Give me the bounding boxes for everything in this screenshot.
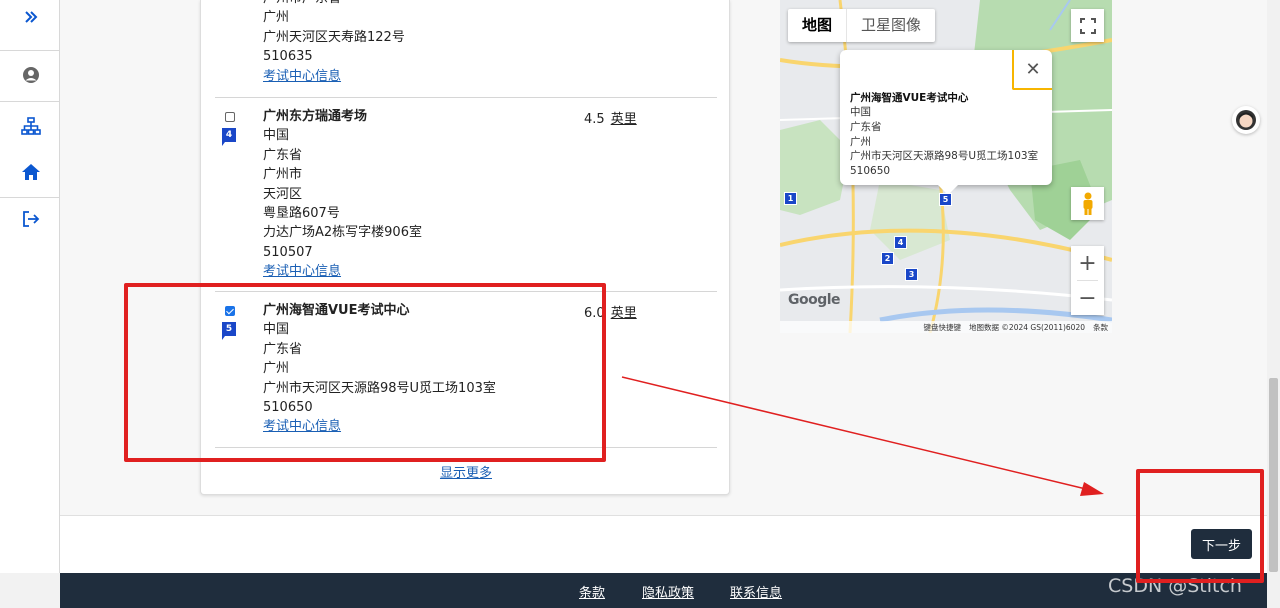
address-line: 力达广场A2栋写字楼906室 bbox=[263, 225, 422, 241]
scrollbar-thumb[interactable] bbox=[1269, 378, 1278, 572]
sidebar bbox=[0, 0, 60, 573]
zoom-control: + − bbox=[1071, 246, 1104, 315]
google-logo: Google bbox=[788, 292, 841, 308]
privacy-policy-link[interactable]: 隐私政策 bbox=[642, 582, 694, 601]
fullscreen-button[interactable] bbox=[1071, 9, 1104, 42]
popup-line: 广州 bbox=[850, 136, 871, 148]
test-center-info-link[interactable]: 考试中心信息 bbox=[263, 67, 405, 86]
fullscreen-icon bbox=[1079, 17, 1096, 34]
address-line: 粤垦路607号 bbox=[263, 206, 340, 222]
map-marker-4[interactable]: 4 bbox=[894, 236, 907, 249]
map-type-control: 地图 卫星图像 bbox=[788, 9, 936, 42]
test-center-name: 广州东方瑞通考场 bbox=[263, 109, 368, 124]
map-type-satellite-button[interactable]: 卫星图像 bbox=[846, 9, 935, 42]
popup-line: 广州市天河区天源路98号U觅工场103室 bbox=[850, 150, 1039, 162]
close-icon[interactable]: ✕ bbox=[1012, 50, 1052, 90]
map-info-window: ✕ 广州海智通VUE考试中心 中国 广东省 广州 广州市天河区天源路98号U觅工… bbox=[840, 50, 1052, 195]
footer: 条款 隐私政策 联系信息 bbox=[60, 573, 1267, 608]
address-line: 天河区 bbox=[263, 186, 303, 202]
keyboard-shortcuts-link[interactable]: 键盘快捷键 bbox=[924, 322, 962, 333]
address-line: 广东省 bbox=[263, 147, 303, 163]
distance-unit[interactable]: 英里 bbox=[611, 306, 637, 321]
map-marker-3[interactable]: 3 bbox=[905, 268, 918, 281]
address-line: 510635 bbox=[263, 49, 313, 65]
account-icon[interactable] bbox=[20, 64, 42, 86]
zoom-out-button[interactable]: − bbox=[1071, 281, 1104, 315]
map-type-map-button[interactable]: 地图 bbox=[788, 9, 846, 42]
avatar-icon bbox=[1236, 110, 1256, 130]
terms-link[interactable]: 条款 bbox=[579, 582, 605, 601]
popup-line: 广东省 bbox=[850, 121, 882, 133]
action-bar bbox=[60, 516, 1267, 573]
sitemap-icon[interactable] bbox=[20, 115, 42, 137]
map-marker-5[interactable]: 5 bbox=[939, 193, 952, 206]
map[interactable]: 地图 卫星图像 ✕ 广州海智通VUE考试中心 中国 广东省 广州 广州市天河区天… bbox=[780, 0, 1112, 333]
contact-link[interactable]: 联系信息 bbox=[730, 582, 782, 601]
popup-line: 510650 bbox=[850, 165, 891, 177]
address-line: 510507 bbox=[263, 244, 313, 260]
zoom-in-button[interactable]: + bbox=[1071, 246, 1104, 280]
highlight-box bbox=[1136, 469, 1264, 583]
map-marker-icon: 4 bbox=[222, 128, 236, 146]
show-more-link[interactable]: 显示更多 bbox=[201, 462, 731, 481]
map-attribution: 键盘快捷键 地图数据 ©2024 GS(2011)6020 条款 bbox=[780, 321, 1112, 333]
select-checkbox[interactable] bbox=[225, 112, 235, 122]
map-data-text: 地图数据 ©2024 GS(2011)6020 bbox=[969, 322, 1085, 332]
highlight-box bbox=[124, 283, 606, 462]
map-marker-1[interactable]: 1 bbox=[784, 192, 797, 205]
logout-icon[interactable] bbox=[20, 208, 42, 230]
address-line: 中国 bbox=[263, 128, 290, 144]
popup-line: 中国 bbox=[850, 106, 871, 118]
distance-value: 4.5 bbox=[584, 112, 605, 127]
popup-title: 广州海智通VUE考试中心 bbox=[850, 92, 969, 104]
distance: 4.5 英里 bbox=[584, 108, 637, 127]
test-center-info-link[interactable]: 考试中心信息 bbox=[263, 262, 422, 281]
map-marker-2[interactable]: 2 bbox=[881, 252, 894, 265]
assistant-avatar[interactable] bbox=[1232, 106, 1260, 134]
address-line: 广州天河区天寿路122号 bbox=[263, 29, 405, 45]
distance-unit[interactable]: 英里 bbox=[611, 112, 637, 127]
map-terms-link[interactable]: 条款 bbox=[1093, 322, 1108, 333]
address-line: 广州市广东省 bbox=[263, 0, 405, 8]
home-icon[interactable] bbox=[20, 161, 42, 183]
expand-icon[interactable] bbox=[20, 6, 42, 28]
address-line: 广州 bbox=[263, 10, 290, 26]
address-line: 广州市 bbox=[263, 167, 303, 183]
street-view-pegman-icon[interactable] bbox=[1071, 187, 1104, 220]
